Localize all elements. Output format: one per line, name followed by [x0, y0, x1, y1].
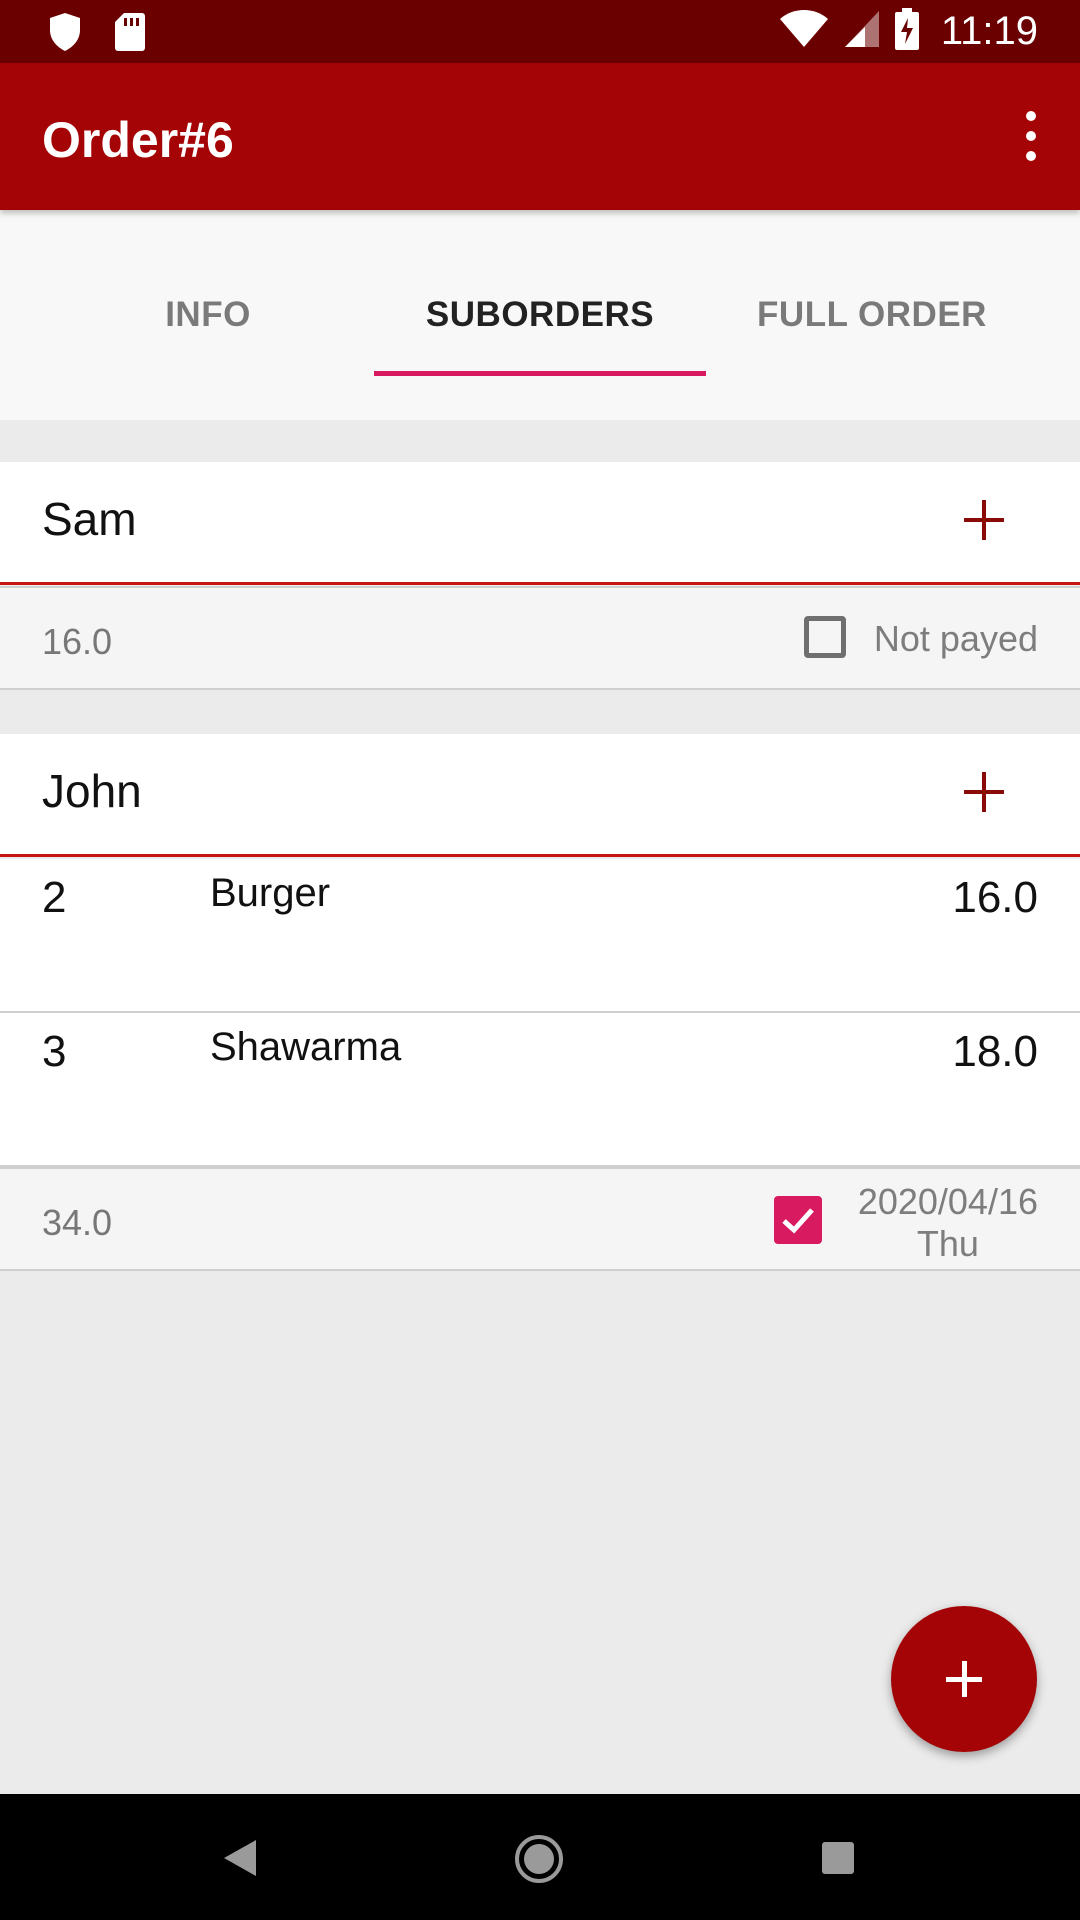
table-row[interactable]: 2 Burger 16.0 [0, 859, 1080, 1013]
table-row[interactable]: 3 Shawarma 18.0 [0, 1013, 1080, 1167]
suborder-header: Sam [0, 462, 1080, 585]
more-vertical-icon[interactable] [1000, 103, 1060, 169]
page-title: Order#6 [42, 112, 234, 168]
paid-day: Thu [916, 1223, 979, 1264]
suborder-footer: 34.0 2020/04/16 Thu [0, 1167, 1080, 1271]
status-bar: 11:19 [0, 0, 1080, 63]
item-name: Burger [210, 871, 331, 915]
payment-status: Not payed [873, 618, 1038, 659]
payed-checkbox[interactable] [804, 616, 846, 658]
battery-charging-icon [894, 8, 919, 55]
suborder-total: 34.0 [42, 1202, 113, 1243]
sd-card-icon [114, 12, 146, 57]
tab-indicator [374, 371, 706, 376]
recents-icon[interactable] [820, 1840, 856, 1881]
back-icon[interactable] [222, 1838, 258, 1883]
item-quantity: 3 [42, 1027, 67, 1076]
check-icon [782, 1208, 814, 1234]
payed-checkbox[interactable] [774, 1196, 822, 1244]
paid-date: 2020/04/16 Thu [858, 1181, 1038, 1265]
customer-name: Sam [42, 493, 137, 545]
suborder-total: 16.0 [42, 621, 113, 662]
suborder-header: John [0, 734, 1080, 857]
customer-name: John [42, 765, 142, 817]
tab-bar: INFO SUBORDERS FULL ORDER [0, 210, 1080, 420]
item-name: Shawarma [210, 1025, 402, 1069]
navigation-bar [0, 1794, 1080, 1920]
wifi-icon [779, 9, 829, 54]
paid-date-value: 2020/04/16 [857, 1181, 1038, 1222]
suborder-footer: 16.0 Not payed [0, 586, 1080, 690]
cellular-signal-icon [843, 9, 881, 54]
tab-suborders[interactable]: SUBORDERS [374, 210, 706, 420]
status-time: 11:19 [940, 9, 1038, 53]
add-suborder-button[interactable] [891, 1606, 1037, 1752]
shield-icon [48, 12, 82, 57]
home-icon[interactable] [514, 1834, 564, 1889]
tab-info[interactable]: INFO [42, 210, 374, 420]
add-item-icon[interactable] [964, 492, 1020, 548]
tab-full-order[interactable]: FULL ORDER [706, 210, 1038, 420]
add-item-icon[interactable] [964, 764, 1020, 820]
item-price: 16.0 [952, 873, 1038, 922]
app-bar: Order#6 [0, 63, 1080, 210]
item-quantity: 2 [42, 873, 67, 922]
item-price: 18.0 [952, 1027, 1038, 1076]
